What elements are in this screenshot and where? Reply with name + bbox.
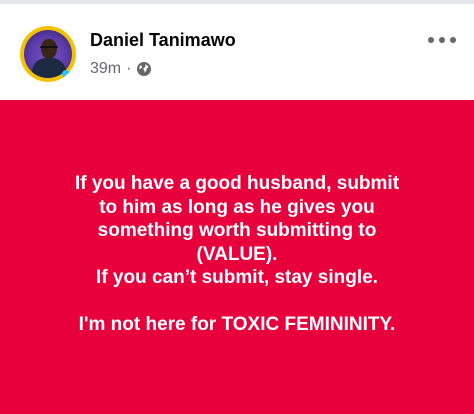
- avatar-badge: [62, 70, 70, 78]
- post-line: to him as long as he gives you: [99, 196, 375, 218]
- post-line: (VALUE).: [196, 243, 278, 265]
- post-header: Daniel Tanimawo 39m ·: [0, 4, 474, 100]
- post-line: If you can’t submit, stay single.: [96, 267, 378, 288]
- more-options-button[interactable]: [424, 30, 460, 50]
- post-meta: 39m ·: [90, 60, 152, 78]
- timestamp[interactable]: 39m: [90, 60, 121, 78]
- meta-separator: ·: [126, 60, 132, 77]
- post-line: I'm not here for TOXIC FEMININITY.: [78, 314, 396, 335]
- more-options-dot: [439, 37, 445, 43]
- more-options-icon: [428, 37, 434, 43]
- post-line: If you have a good husband, submit: [74, 173, 400, 194]
- post-blank-line: [20, 290, 454, 314]
- avatar[interactable]: [20, 26, 76, 82]
- globe-icon[interactable]: [136, 61, 152, 77]
- more-options-dot: [450, 37, 456, 43]
- post-background[interactable]: If you have a good husband, submit to hi…: [0, 100, 474, 414]
- post-line: something worth submitting to: [97, 220, 377, 241]
- post-text: If you have a good husband, submit to hi…: [20, 172, 454, 337]
- avatar-body: [32, 58, 66, 78]
- avatar-glasses: [40, 46, 58, 51]
- author-name[interactable]: Daniel Tanimawo: [90, 30, 236, 51]
